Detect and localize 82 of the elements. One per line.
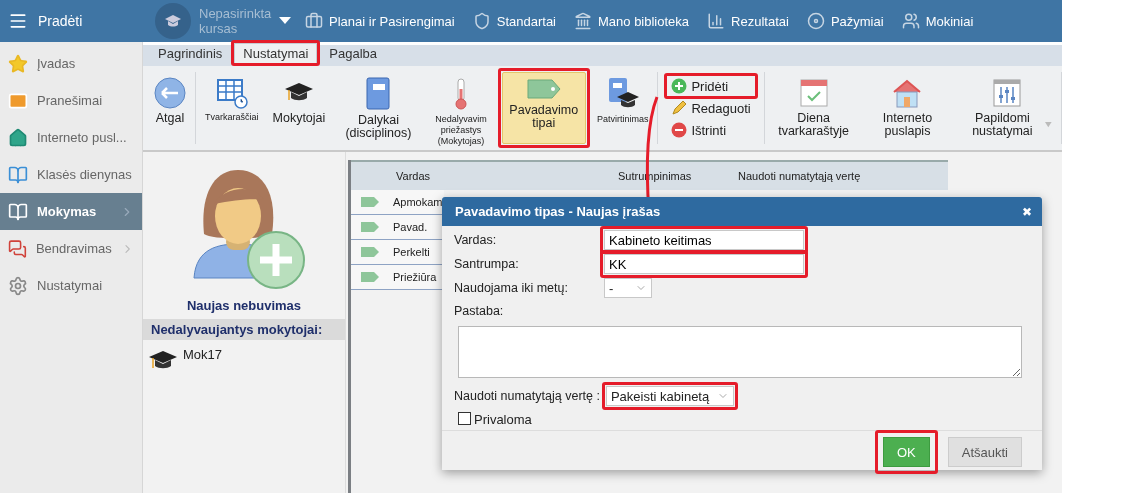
column-header: Vardas: [396, 170, 432, 182]
sliders-icon: [990, 77, 1023, 109]
caret-icon[interactable]: [279, 17, 291, 25]
tag-icon: [361, 247, 379, 257]
sidebar-item[interactable]: Interneto pusl...: [0, 119, 142, 156]
briefcase-icon: [305, 12, 323, 30]
star-icon: [8, 53, 28, 74]
disc-icon: [806, 12, 825, 30]
sidebar-item[interactable]: Klasės dienynas: [0, 156, 142, 193]
nav-link[interactable]: Rezultatai: [707, 12, 789, 30]
field-label: Naudojama iki metų:: [454, 281, 569, 295]
start-label[interactable]: Pradėti: [38, 13, 83, 29]
nav-link[interactable]: Pažymiai: [806, 12, 884, 30]
cancel-button[interactable]: Atšaukti: [947, 437, 1022, 467]
house-icon: [8, 127, 28, 148]
nav-link[interactable]: Mokiniai: [901, 12, 974, 30]
dialog-title-bar: Pavadavimo tipas - Naujas įrašas ✖: [442, 197, 1042, 226]
nav-link[interactable]: Planai ir Pasirengimai: [305, 12, 455, 30]
input-field[interactable]: KK: [604, 254, 804, 274]
tag-icon: [361, 222, 379, 232]
field-label: Vardas:: [454, 233, 498, 247]
table-row[interactable]: Pavad.: [351, 215, 444, 240]
course-avatar[interactable]: [155, 3, 191, 39]
graduation-cap-icon: [165, 15, 181, 27]
people-icon: [901, 12, 920, 30]
ribbon-button[interactable]: Tvarkaraščiai: [202, 72, 262, 144]
checkbox-label: Privaloma: [474, 411, 532, 427]
ribbon-button[interactable]: Mokytojai: [269, 72, 329, 144]
building-icon: [574, 12, 592, 30]
gear-icon: [8, 275, 28, 296]
plus-icon: [671, 78, 688, 94]
timetable-icon: [215, 77, 248, 109]
tag-icon: [361, 272, 379, 282]
checkbox[interactable]: [458, 411, 471, 425]
ribbon-button[interactable]: Diena tvarkaraštyje: [770, 72, 857, 144]
ribbon-small-button[interactable]: Redaguoti: [668, 99, 754, 117]
ribbon-button[interactable]: Dalykai (disciplinos): [336, 72, 421, 144]
chat-icon: [8, 238, 27, 259]
book-icon: [8, 201, 28, 222]
menu-icon[interactable]: [8, 11, 28, 31]
sidebar-item[interactable]: Nustatymai: [0, 267, 142, 304]
tag-icon: [361, 197, 379, 207]
sidebar-item[interactable]: Mokymas: [0, 193, 142, 230]
ribbon-button[interactable]: Interneto puslapis: [864, 72, 951, 144]
bar-chart-icon: [707, 12, 726, 30]
ribbon-button[interactable]: Atgal: [151, 72, 189, 144]
tag-icon: [525, 77, 562, 101]
ribbon-button[interactable]: Papildomi nustatymai: [958, 72, 1055, 144]
sidebar-item[interactable]: Bendravimas: [0, 230, 142, 267]
dropdown-field[interactable]: -: [604, 278, 652, 298]
table-row[interactable]: Priežiūra: [351, 265, 444, 290]
input-field[interactable]: Kabineto keitimas: [604, 230, 804, 250]
table-row[interactable]: Apmokam: [351, 190, 444, 215]
minus-icon: [671, 122, 688, 138]
caret-icon: [1045, 121, 1052, 129]
ribbon-button[interactable]: Nedalyvavim priežastys (Mokytojas): [428, 72, 494, 144]
section-header: Nedalyvaujantys mokytojai:: [143, 319, 345, 340]
close-button[interactable]: ✖: [1021, 204, 1032, 219]
teacher-name: Mok17: [183, 347, 223, 362]
ribbon-tab[interactable]: Nustatymai: [234, 43, 318, 63]
ribbon-button[interactable]: Patvirtinimas: [593, 72, 652, 144]
field-label: Naudoti numatytąją vertę :: [454, 389, 600, 403]
nav-link[interactable]: Mano biblioteka: [574, 12, 690, 30]
book-icon: [8, 164, 28, 185]
calendar-check-icon: [797, 77, 830, 109]
pencil-icon: [671, 100, 688, 116]
table-row[interactable]: Perkelti: [351, 240, 444, 265]
field-label: Santrumpa:: [454, 257, 520, 271]
ribbon-button[interactable]: Pavadavimo tipai: [501, 72, 586, 144]
sidebar-item[interactable]: Įvadas: [0, 45, 142, 82]
shield-icon: [472, 12, 491, 30]
sidebar-item[interactable]: Pranešimai: [0, 82, 142, 119]
ribbon-tab[interactable]: Pagrindinis: [150, 44, 231, 63]
nav-link[interactable]: Standartai: [472, 12, 556, 30]
ribbon-small-button[interactable]: Pridėti: [668, 77, 732, 95]
new-absence-button[interactable]: Naujas nebuvimas: [143, 164, 345, 313]
ribbon-tab[interactable]: Pagalba: [321, 44, 386, 63]
column-header: Naudoti numatytąją vertę: [738, 170, 862, 182]
notes-field[interactable]: [458, 326, 1022, 378]
field-label: Pastaba:: [454, 304, 505, 318]
ribbon-small-button[interactable]: Ištrinti: [668, 121, 730, 139]
dropdown-field[interactable]: Pakeisti kabinetą: [605, 386, 735, 406]
